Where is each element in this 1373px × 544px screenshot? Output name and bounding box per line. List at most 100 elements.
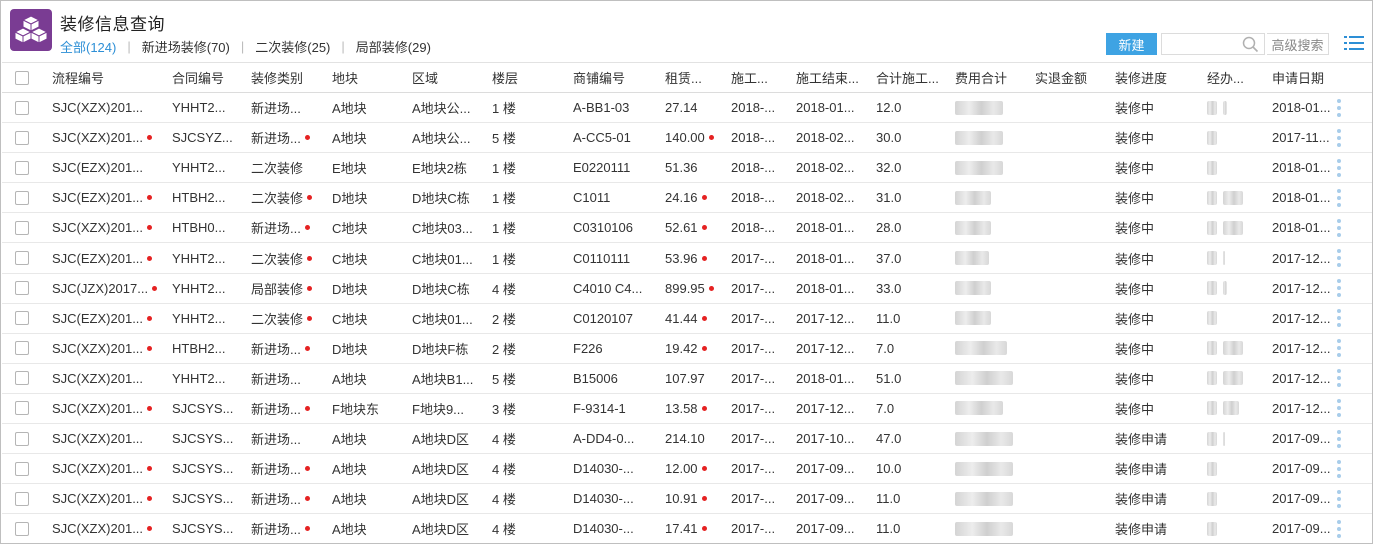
end-cell: 2017-10... bbox=[796, 424, 872, 453]
row-checkbox[interactable] bbox=[15, 341, 29, 356]
more-options-dot bbox=[1337, 112, 1341, 117]
tab-new-entry[interactable]: 新进场装修(70) bbox=[142, 37, 230, 56]
row-checkbox[interactable] bbox=[15, 461, 29, 476]
apply-date-cell: 2018-01... bbox=[1272, 93, 1337, 122]
more-options-icon[interactable] bbox=[1337, 304, 1341, 333]
more-options-icon[interactable] bbox=[1337, 334, 1341, 363]
table-row[interactable]: SJC(XZX)201... HTBH2... 新进场... D地块 D地块F栋 2 楼 F… bbox=[2, 334, 1372, 364]
table-row[interactable]: SJC(EZX)201... HTBH2... 二次装修 D地块 D地块C栋 1 楼 C10… bbox=[2, 183, 1372, 214]
more-options-dot bbox=[1337, 473, 1341, 478]
search-icon[interactable] bbox=[1242, 36, 1259, 53]
row-checkbox[interactable] bbox=[15, 220, 29, 235]
col-refund-header[interactable]: 实退金额 bbox=[1035, 63, 1111, 92]
col-apply-date-header[interactable]: 申请日期 bbox=[1272, 63, 1337, 92]
table-row[interactable]: SJC(XZX)201... SJCSYS... 新进场... F地块东 F地块9...… bbox=[2, 394, 1372, 425]
area-text: C地块01... bbox=[412, 311, 473, 327]
col-floor-header[interactable]: 楼层 bbox=[492, 63, 567, 92]
col-area-header[interactable]: 区域 bbox=[412, 63, 487, 92]
table-row[interactable]: SJC(XZX)201... SJCSYS... 新进场... A地块 A地块D区 4 楼… bbox=[2, 514, 1372, 543]
col-contract-number-header[interactable]: 合同编号 bbox=[172, 63, 247, 92]
new-button[interactable]: 新建 bbox=[1106, 33, 1157, 55]
row-checkbox[interactable] bbox=[15, 371, 29, 386]
advanced-search-button[interactable]: 高级搜索 bbox=[1267, 33, 1329, 55]
floor-cell: 4 楼 bbox=[492, 484, 567, 513]
start-text: 2017-... bbox=[731, 340, 776, 356]
more-options-icon[interactable] bbox=[1337, 514, 1341, 543]
more-options-icon[interactable] bbox=[1337, 153, 1341, 182]
more-options-icon[interactable] bbox=[1337, 394, 1341, 423]
more-options-icon[interactable] bbox=[1337, 243, 1341, 272]
row-checkbox[interactable] bbox=[15, 431, 29, 446]
row-checkbox[interactable] bbox=[15, 311, 29, 326]
tab-partial[interactable]: 局部装修(29) bbox=[356, 37, 431, 56]
tab-secondary[interactable]: 二次装修(25) bbox=[255, 37, 330, 56]
table-row[interactable]: SJC(XZX)201... SJCSYS... 新进场... A地块 A地块D区 4 楼… bbox=[2, 484, 1372, 515]
renovation-type-text: 新进场... bbox=[251, 432, 301, 448]
table-row[interactable]: SJC(XZX)201... YHHT2... 新进场... A地块 A地块B1... 5… bbox=[2, 364, 1372, 394]
row-checkbox[interactable] bbox=[15, 160, 29, 175]
start-cell: 2018-... bbox=[731, 213, 793, 242]
table-row[interactable]: SJC(XZX)201... HTBH0... 新进场... C地块 C地块03... 1… bbox=[2, 213, 1372, 244]
more-options-dot bbox=[1337, 172, 1341, 177]
more-options-icon[interactable] bbox=[1337, 364, 1341, 393]
more-options-icon[interactable] bbox=[1337, 183, 1341, 212]
col-block-header[interactable]: 地块 bbox=[332, 63, 407, 92]
more-options-icon[interactable] bbox=[1337, 484, 1341, 513]
apply-date-cell: 2017-09... bbox=[1272, 484, 1337, 513]
col-shop-number-header[interactable]: 商铺编号 bbox=[573, 63, 661, 92]
select-all-checkbox[interactable] bbox=[15, 70, 29, 85]
table-row[interactable]: SJC(XZX)201... SJCSYZ... 新进场... A地块 A地块公... 5… bbox=[2, 123, 1372, 154]
col-progress-header[interactable]: 装修进度 bbox=[1115, 63, 1203, 92]
block-cell: E地块 bbox=[332, 153, 407, 182]
table-row[interactable]: SJC(XZX)201... SJCSYS... 新进场... A地块 A地块D区 4 楼… bbox=[2, 454, 1372, 485]
block-cell: A地块 bbox=[332, 364, 407, 393]
more-options-icon[interactable] bbox=[1337, 454, 1341, 483]
row-checkbox-cell bbox=[15, 394, 29, 423]
refund-cell bbox=[1035, 514, 1111, 543]
col-total-cost-header[interactable]: 费用合计 bbox=[955, 63, 1031, 92]
more-options-icon[interactable] bbox=[1337, 93, 1341, 122]
status-dot bbox=[147, 195, 153, 201]
total-cost-cell bbox=[955, 454, 1031, 483]
row-checkbox[interactable] bbox=[15, 130, 29, 145]
table-row[interactable]: SJC(JZX)2017... YHHT2... 局部装修 D地块 D地块C栋 4 楼 C4… bbox=[2, 274, 1372, 304]
table-row[interactable]: SJC(EZX)201... YHHT2... 二次装修 E地块 E地块2栋 1 楼 E02… bbox=[2, 153, 1372, 184]
select-all-checkbox-cell bbox=[15, 63, 29, 92]
total-days-text: 11.0 bbox=[876, 310, 901, 326]
end-text: 2017-09... bbox=[796, 521, 855, 537]
start-cell: 2017-... bbox=[731, 424, 793, 453]
rent-cell: 107.97 bbox=[665, 364, 727, 393]
row-checkbox[interactable] bbox=[15, 521, 29, 536]
more-options-icon[interactable] bbox=[1337, 274, 1341, 303]
tab-all[interactable]: 全部(124) bbox=[60, 37, 116, 56]
row-checkbox[interactable] bbox=[15, 100, 29, 115]
col-flow-number-header[interactable]: 流程编号 bbox=[52, 63, 164, 92]
list-view-icon[interactable] bbox=[1344, 34, 1364, 52]
col-rent-header[interactable]: 租赁... bbox=[665, 63, 727, 92]
col-renovation-type-header[interactable]: 装修类别 bbox=[251, 63, 329, 92]
search-input[interactable] bbox=[1162, 34, 1240, 54]
row-checkbox[interactable] bbox=[15, 251, 29, 266]
progress-cell: 装修申请 bbox=[1115, 454, 1203, 483]
col-end-header[interactable]: 施工结束... bbox=[796, 63, 872, 92]
table-row[interactable]: SJC(EZX)201... YHHT2... 二次装修 C地块 C地块01... 2 楼… bbox=[2, 304, 1372, 334]
table-row[interactable]: SJC(XZX)201... SJCSYS... 新进场... A地块 A地块D区 4 楼… bbox=[2, 424, 1372, 455]
shop-number-text: C0310106 bbox=[573, 220, 633, 236]
col-handler-header[interactable]: 经办... bbox=[1207, 63, 1267, 92]
handler-cell bbox=[1207, 243, 1267, 272]
col-total-days-header[interactable]: 合计施工... bbox=[876, 63, 952, 92]
row-checkbox[interactable] bbox=[15, 491, 29, 506]
row-checkbox[interactable] bbox=[15, 281, 29, 296]
handler-cell bbox=[1207, 123, 1267, 152]
cubes-icon bbox=[14, 15, 48, 44]
progress-text: 装修中 bbox=[1115, 221, 1155, 237]
table-row[interactable]: SJC(XZX)201... YHHT2... 新进场... A地块 A地块公... 1 … bbox=[2, 93, 1372, 124]
more-options-icon[interactable] bbox=[1337, 213, 1341, 242]
more-options-icon[interactable] bbox=[1337, 123, 1341, 152]
col-start-header[interactable]: 施工... bbox=[731, 63, 793, 92]
apply-date-cell: 2017-12... bbox=[1272, 274, 1337, 303]
more-options-icon[interactable] bbox=[1337, 424, 1341, 453]
row-checkbox[interactable] bbox=[15, 190, 29, 205]
table-row[interactable]: SJC(EZX)201... YHHT2... 二次装修 C地块 C地块01... 1 楼… bbox=[2, 243, 1372, 274]
row-checkbox[interactable] bbox=[15, 401, 29, 416]
